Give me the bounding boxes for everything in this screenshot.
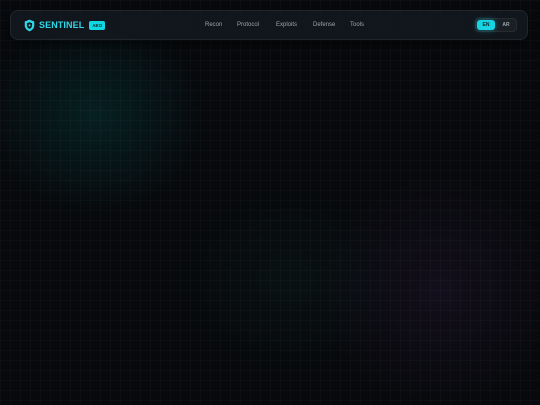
nav-item-recon[interactable]: Recon [205, 22, 222, 29]
brand-name: SENTINEL [39, 20, 85, 30]
nav-item-exploits[interactable]: Exploits [276, 22, 297, 29]
nav-item-defense[interactable]: Defense [313, 22, 335, 29]
language-switcher: EN AR [475, 18, 517, 32]
nav-item-protocol[interactable]: Protocol [237, 22, 259, 29]
top-navbar: SENTINEL AEO Recon Protocol Exploits Def… [10, 10, 528, 40]
brand-badge: AEO [89, 21, 106, 30]
lang-en-button[interactable]: EN [477, 20, 495, 30]
shield-icon [24, 19, 35, 32]
nav-item-tools[interactable]: Tools [350, 22, 364, 29]
brand[interactable]: SENTINEL AEO [24, 19, 106, 32]
lang-ar-button[interactable]: AR [497, 20, 515, 30]
background-grid [0, 0, 540, 405]
